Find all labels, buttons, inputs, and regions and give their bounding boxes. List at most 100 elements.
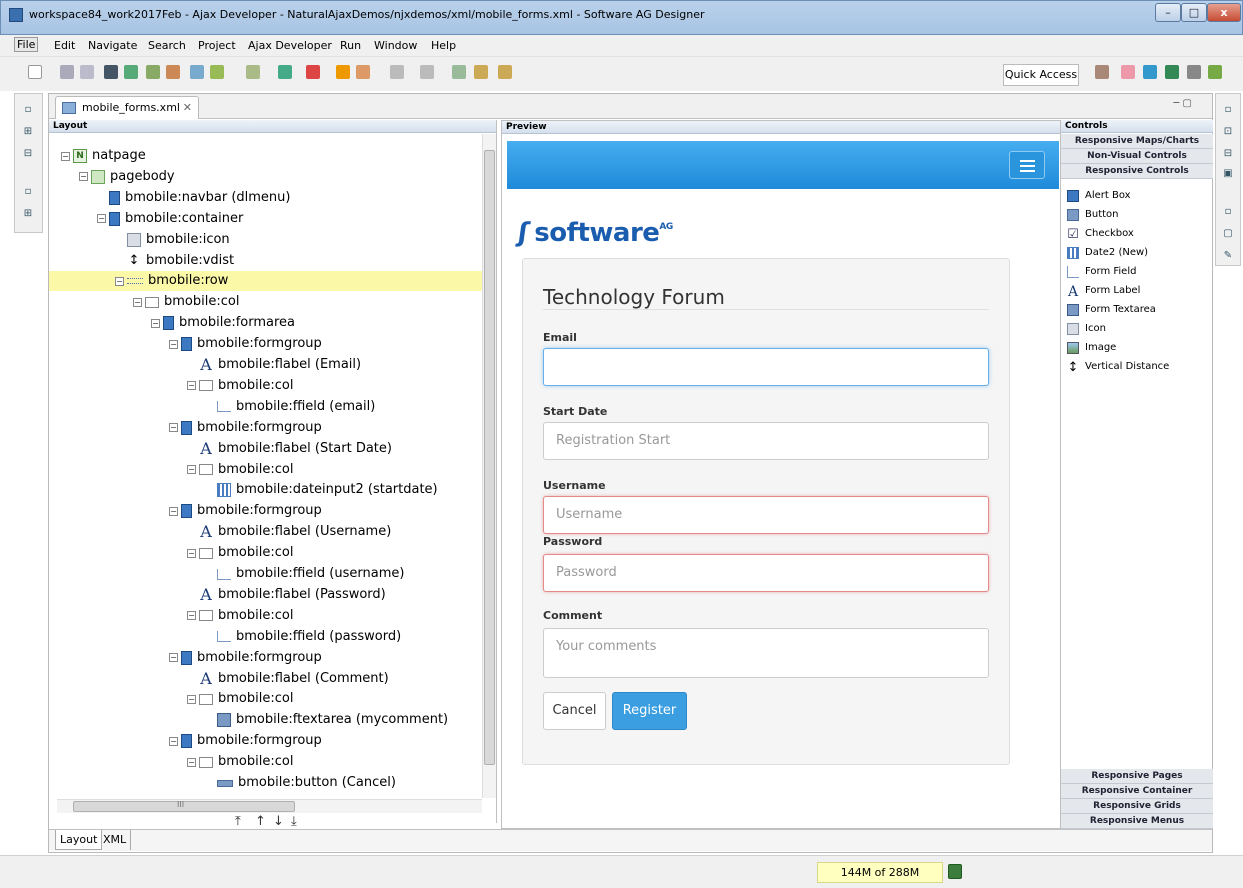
restore-icon[interactable]: ▫ [22,104,34,116]
console-icon[interactable] [104,65,118,79]
tree-node[interactable]: − bmobile:formgroup [169,648,322,668]
perspective-icon[interactable] [1121,65,1135,79]
menu-search[interactable]: Search [148,39,186,52]
username-field[interactable]: Username [543,496,989,534]
last-edit-icon[interactable] [452,65,466,79]
tree-node[interactable]: − bmobile:col [187,543,293,563]
tree-node[interactable]: − Nnatpage [61,146,146,166]
next-annotation-icon[interactable] [420,65,434,79]
expand-toggle-icon[interactable]: − [169,653,178,663]
register-button[interactable]: Register [612,692,687,730]
start-date-field[interactable]: Registration Start [543,422,989,460]
tree-node[interactable]: Abmobile:flabel (Username) [187,522,391,542]
menu-project[interactable]: Project [198,39,236,52]
tree-node[interactable]: − bmobile:formgroup [169,731,322,751]
tree-node[interactable]: Abmobile:flabel (Email) [187,355,361,375]
move-up-button[interactable]: ↑ [255,814,266,829]
tree-node[interactable]: − bmobile:container [97,209,243,229]
move-bottom-button[interactable]: ⤓ [291,814,297,829]
tree-node[interactable]: − bmobile:row [49,271,482,292]
restore-icon[interactable]: ▫ [22,186,34,198]
cancel-button[interactable]: Cancel [543,692,606,730]
save-icon[interactable] [60,65,74,79]
tree-node[interactable]: − pagebody [79,167,175,187]
properties-icon[interactable]: ⊡ [1222,126,1234,138]
menu-edit[interactable]: Edit [54,39,75,52]
tree-node[interactable]: Abmobile:flabel (Comment) [187,669,389,689]
password-field[interactable]: Password [543,554,989,592]
controls-category[interactable]: Responsive Controls [1061,164,1213,179]
palette-item[interactable]: Image [1067,339,1116,357]
menu-run[interactable]: Run [340,39,361,52]
tree-node[interactable]: bmobile:ffield (password) [205,627,401,647]
expand-toggle-icon[interactable]: − [133,297,142,307]
menu-window[interactable]: Window [374,39,417,52]
tree-node[interactable]: bmobile:button (Cancel) [205,773,396,793]
expand-toggle-icon[interactable]: − [187,694,196,704]
run-config-icon[interactable] [306,65,320,79]
tree-node[interactable]: bmobile:dateinput2 (startdate) [205,480,438,500]
controls-category[interactable]: Responsive Maps/Charts [1061,134,1213,149]
console-view-icon[interactable]: ▣ [1222,168,1234,180]
expand-toggle-icon[interactable]: − [151,318,160,328]
ajax-perspective-icon[interactable] [1165,65,1179,79]
palette-item[interactable]: ↕ Vertical Distance [1067,358,1170,376]
menu-file[interactable]: File [14,37,39,52]
tool-icon[interactable] [246,65,260,79]
tab-layout[interactable]: Layout [55,830,103,850]
scrollbar-thumb[interactable] [484,150,495,765]
tree-node[interactable]: − bmobile:formgroup [169,334,322,354]
tree-node[interactable]: − bmobile:col [133,292,239,312]
build-icon[interactable] [146,65,160,79]
palette-icon[interactable]: ⊟ [1222,148,1234,160]
check-icon[interactable] [210,65,224,79]
tree-node[interactable]: − bmobile:formgroup [169,418,322,438]
palette-item[interactable]: Icon [1067,320,1106,338]
expand-toggle-icon[interactable]: − [79,172,88,182]
move-down-button[interactable]: ↓ [273,814,284,829]
tree-node[interactable]: bmobile:ftextarea (mycomment) [205,710,448,730]
tree-node[interactable]: − bmobile:col [187,376,293,396]
expand-toggle-icon[interactable]: − [169,736,178,746]
tree-node[interactable]: − bmobile:col [187,606,293,626]
tree-node[interactable]: − bmobile:col [187,460,293,480]
open-perspective-icon[interactable] [1095,65,1109,79]
run-icon[interactable] [190,65,204,79]
palette-item[interactable]: Date2 (New) [1067,244,1148,262]
tree-icon[interactable]: ⊞ [22,208,34,220]
vertical-scrollbar[interactable] [482,134,496,798]
tree-node[interactable]: ↕ bmobile:vdist [115,251,235,271]
editor-window-controls[interactable]: ─ ▢ [1173,98,1192,109]
pin-icon[interactable]: ✎ [1222,250,1234,262]
debug-perspective-icon[interactable] [1208,65,1222,79]
palette-item[interactable]: Form Field [1067,263,1136,281]
controls-category[interactable]: Non-Visual Controls [1061,149,1213,164]
expand-toggle-icon[interactable]: − [169,506,178,516]
annotation-icon[interactable] [390,65,404,79]
hierarchy-icon[interactable]: ⊞ [22,126,34,138]
new-icon[interactable] [28,65,42,79]
outline-icon[interactable]: ⊟ [22,148,34,160]
menu-ajax-developer[interactable]: Ajax Developer [248,39,332,52]
controls-category[interactable]: Responsive Grids [1061,799,1213,814]
save-all-icon[interactable] [80,65,94,79]
palette-item[interactable]: Alert Box [1067,187,1131,205]
menu-navigate[interactable]: Navigate [88,39,137,52]
expand-toggle-icon[interactable]: − [61,151,70,161]
tree-node[interactable]: bmobile:navbar (dlmenu) [97,188,290,208]
expand-toggle-icon[interactable]: − [115,276,124,286]
palette-item[interactable]: Button [1067,206,1119,224]
tree-node[interactable]: − bmobile:col [187,752,293,772]
back-icon[interactable] [474,65,488,79]
move-top-button[interactable]: ⤒ [235,814,241,829]
palette-item[interactable]: ☑ Checkbox [1067,225,1134,243]
tree-node[interactable]: Abmobile:flabel (Password) [187,585,386,605]
expand-toggle-icon[interactable]: − [187,381,196,391]
tab-xml[interactable]: XML [99,830,132,850]
editor-tab-mobile-forms[interactable]: mobile_forms.xml ✕ [55,96,199,119]
tree-node[interactable]: − bmobile:col [187,689,293,709]
open-folder-icon[interactable] [336,65,350,79]
heap-status[interactable]: 144M of 288M [817,862,943,883]
tree-node[interactable]: bmobile:ffield (username) [205,564,404,584]
minimize-button[interactable]: – [1155,3,1181,22]
